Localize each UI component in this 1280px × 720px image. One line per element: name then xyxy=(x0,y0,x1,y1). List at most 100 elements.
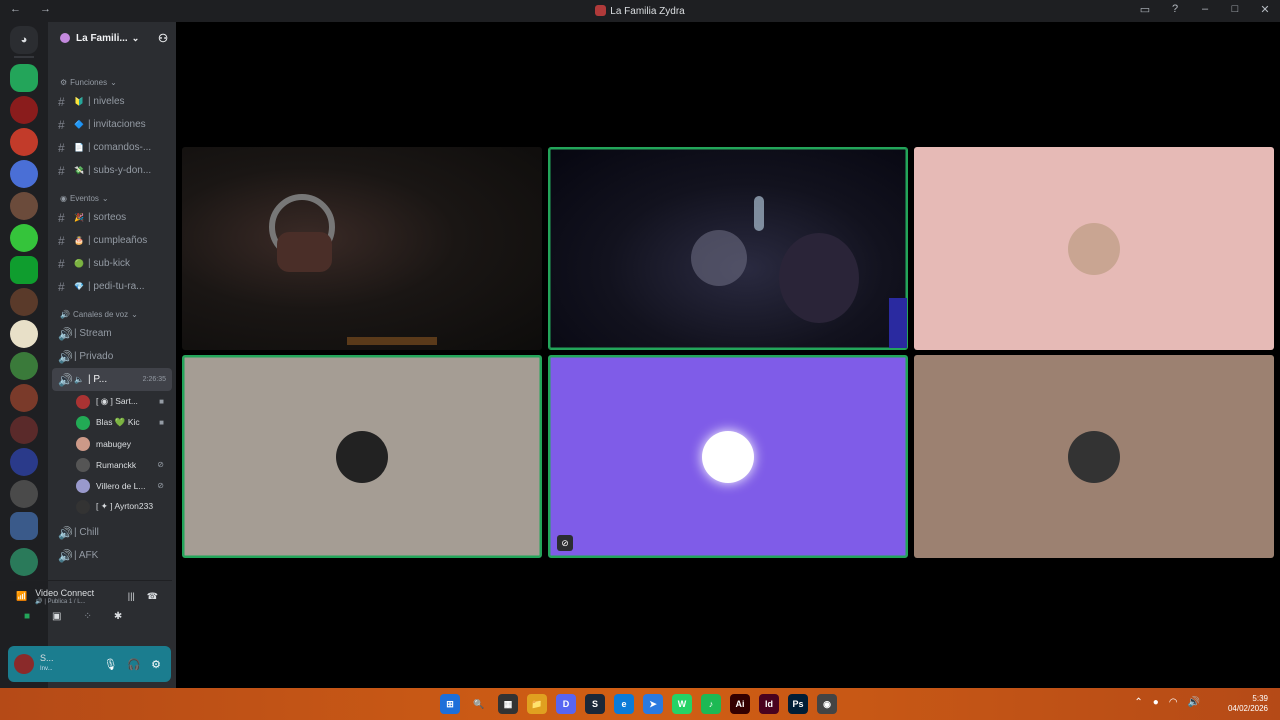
add-member-icon[interactable]: ⚇ xyxy=(158,32,168,45)
wifi-icon[interactable]: ◠ xyxy=(1169,697,1178,708)
voice-member[interactable]: Rumanckk ⊘ xyxy=(48,454,176,475)
settings-gear-icon[interactable]: ⚙ xyxy=(151,658,161,671)
disconnect-icon[interactable]: ☎ xyxy=(147,591,158,602)
category-funciones[interactable]: ⚙ Funciones ⌄ xyxy=(48,72,176,90)
channel-subs[interactable]: # 💸 | subs-y-don... xyxy=(48,159,176,182)
voice-member[interactable]: [ ✦ ] Ayrton233 xyxy=(48,496,176,517)
taskbar-app-icon[interactable]: Id xyxy=(759,694,779,714)
taskbar-app-icon[interactable]: e xyxy=(614,694,634,714)
hash-icon: # xyxy=(58,256,65,271)
participant-tile-6[interactable] xyxy=(914,355,1274,558)
camera-toggle-icon[interactable]: ■ xyxy=(24,611,30,622)
participant-tile-5[interactable]: ⊘ xyxy=(548,355,908,558)
server-icon-3[interactable] xyxy=(10,160,38,188)
server-icon-5[interactable] xyxy=(10,224,38,252)
voice-channel-afk[interactable]: 🔊 | AFK xyxy=(48,544,176,567)
taskbar-app-icon[interactable]: ⊞ xyxy=(440,694,460,714)
server-icon-green[interactable] xyxy=(10,64,38,92)
category-voz[interactable]: 🔊 Canales de voz ⌄ xyxy=(48,304,176,322)
voice-channel-active[interactable]: 🔊 🔈 | P... 2:26:35 xyxy=(52,368,172,391)
user-name: S... xyxy=(40,653,54,663)
taskbar-app-icon[interactable]: ➤ xyxy=(643,694,663,714)
server-folder-icon[interactable] xyxy=(10,512,38,540)
server-separator xyxy=(14,56,34,58)
speaker-icon: 🔊 xyxy=(58,349,73,364)
server-icon-9[interactable] xyxy=(10,384,38,412)
noise-suppression-icon[interactable]: ||| xyxy=(128,591,135,602)
activities-icon[interactable]: ⁘ xyxy=(84,611,92,622)
avatar xyxy=(336,430,388,483)
voice-timer: 2:26:35 xyxy=(142,376,166,383)
voice-member[interactable]: Blas 💚 Kic ■ xyxy=(48,412,176,433)
channel-label: | pedi-tu-ra... xyxy=(88,281,145,292)
voice-member[interactable]: mabugey xyxy=(48,433,176,454)
taskbar-app-icon[interactable]: D xyxy=(556,694,576,714)
soundboard-icon[interactable]: ✱ xyxy=(114,611,122,622)
taskbar-app-icon[interactable]: ▦ xyxy=(498,694,518,714)
video-tile-1[interactable] xyxy=(182,147,542,350)
taskbar-app-icon[interactable]: W xyxy=(672,694,692,714)
channel-niveles[interactable]: # 🔰 | niveles xyxy=(48,90,176,113)
signal-icon[interactable]: 📶 xyxy=(16,591,27,602)
taskbar-app-icon[interactable]: 🔍 xyxy=(469,694,489,714)
tray-chevron-icon[interactable]: ⌃ xyxy=(1134,697,1142,708)
taskbar-app-icon[interactable]: 📁 xyxy=(527,694,547,714)
gear-icon: ⚙ xyxy=(60,77,68,87)
server-icon-1[interactable] xyxy=(10,96,38,124)
server-icon-8[interactable] xyxy=(10,352,38,380)
windows-taskbar: ⊞ 🔍 ▦ 📁 D Se ➤ W ♪ Ai Id Ps ◉ ⌃ ● ◠ 🔊 5:39 04/02/2026 xyxy=(0,688,1280,720)
channel-pedi-tu-rango[interactable]: # 💎 | pedi-tu-ra... xyxy=(48,275,176,298)
channel-sub-kick[interactable]: # 🟢 | sub-kick xyxy=(48,252,176,275)
channel-emoji: 🔷 xyxy=(74,120,84,129)
speaker-icon: 🔊 xyxy=(58,372,73,387)
close-icon[interactable]: ✕ xyxy=(1258,3,1272,16)
taskbar-app-icon[interactable]: Ps xyxy=(788,694,808,714)
voice-member[interactable]: [ ◉ ] Sart... ■ xyxy=(48,391,176,412)
channel-emoji: 📄 xyxy=(74,143,84,152)
voice-status-sub[interactable]: 🔊 | Publica 1 / L... xyxy=(35,598,94,605)
discord-home-icon[interactable]: ◕ xyxy=(10,26,38,54)
maximize-icon[interactable]: □ xyxy=(1228,3,1242,16)
screen-share-icon[interactable]: ▣ xyxy=(52,611,61,622)
avatar[interactable] xyxy=(14,654,34,674)
server-icon-11[interactable] xyxy=(10,448,38,476)
avatar xyxy=(702,430,754,483)
speaker-icon: 🔊 xyxy=(58,548,73,563)
volume-icon[interactable]: 🔊 xyxy=(1188,697,1200,708)
help-icon[interactable]: ? xyxy=(1168,3,1182,16)
taskbar-app-icon[interactable]: ◉ xyxy=(817,694,837,714)
server-icon-10[interactable] xyxy=(10,416,38,444)
voice-member[interactable]: Villero de L... ⊘ xyxy=(48,475,176,496)
channel-sorteos[interactable]: # 🎉 | sorteos xyxy=(48,206,176,229)
kick-server-icon[interactable] xyxy=(10,256,38,284)
inbox-icon[interactable]: ▭ xyxy=(1138,3,1152,16)
voice-channel-stream[interactable]: 🔊 | Stream xyxy=(48,322,176,345)
headphones-icon[interactable]: 🎧 xyxy=(127,658,141,671)
server-icon-6[interactable] xyxy=(10,288,38,316)
channel-comandos[interactable]: # 📄 | comandos-... xyxy=(48,136,176,159)
hash-icon: # xyxy=(58,163,65,178)
avatar xyxy=(76,478,90,493)
channel-invitaciones[interactable]: # 🔷 | invitaciones xyxy=(48,113,176,136)
server-icon-2[interactable] xyxy=(10,128,38,156)
participant-tile-3[interactable] xyxy=(914,147,1274,350)
tray-app-icon[interactable]: ● xyxy=(1153,697,1159,708)
server-icon-13[interactable] xyxy=(10,548,38,576)
participant-tile-4[interactable] xyxy=(182,355,542,558)
taskbar-app-icon[interactable]: S xyxy=(585,694,605,714)
channel-cumpleanos[interactable]: # 🎂 | cumpleaños xyxy=(48,229,176,252)
voice-channel-privado[interactable]: 🔊 | Privado xyxy=(48,345,176,368)
server-header[interactable]: La Famili... ⌄ ⚇ xyxy=(48,22,176,54)
taskbar-app-icon[interactable]: ♪ xyxy=(701,694,721,714)
category-eventos[interactable]: ◉ Eventos ⌄ xyxy=(48,188,176,206)
voice-channel-chill[interactable]: 🔊 | Chill xyxy=(48,521,176,544)
hash-icon: # xyxy=(58,210,65,225)
system-clock[interactable]: 5:39 04/02/2026 xyxy=(1228,694,1268,714)
taskbar-app-icon[interactable]: Ai xyxy=(730,694,750,714)
microphone-icon[interactable]: 🎙 xyxy=(103,658,117,671)
video-tile-2[interactable] xyxy=(548,147,908,350)
server-icon-12[interactable] xyxy=(10,480,38,508)
server-icon-7[interactable] xyxy=(10,320,38,348)
server-icon-4[interactable] xyxy=(10,192,38,220)
minimize-icon[interactable]: – xyxy=(1198,3,1212,16)
